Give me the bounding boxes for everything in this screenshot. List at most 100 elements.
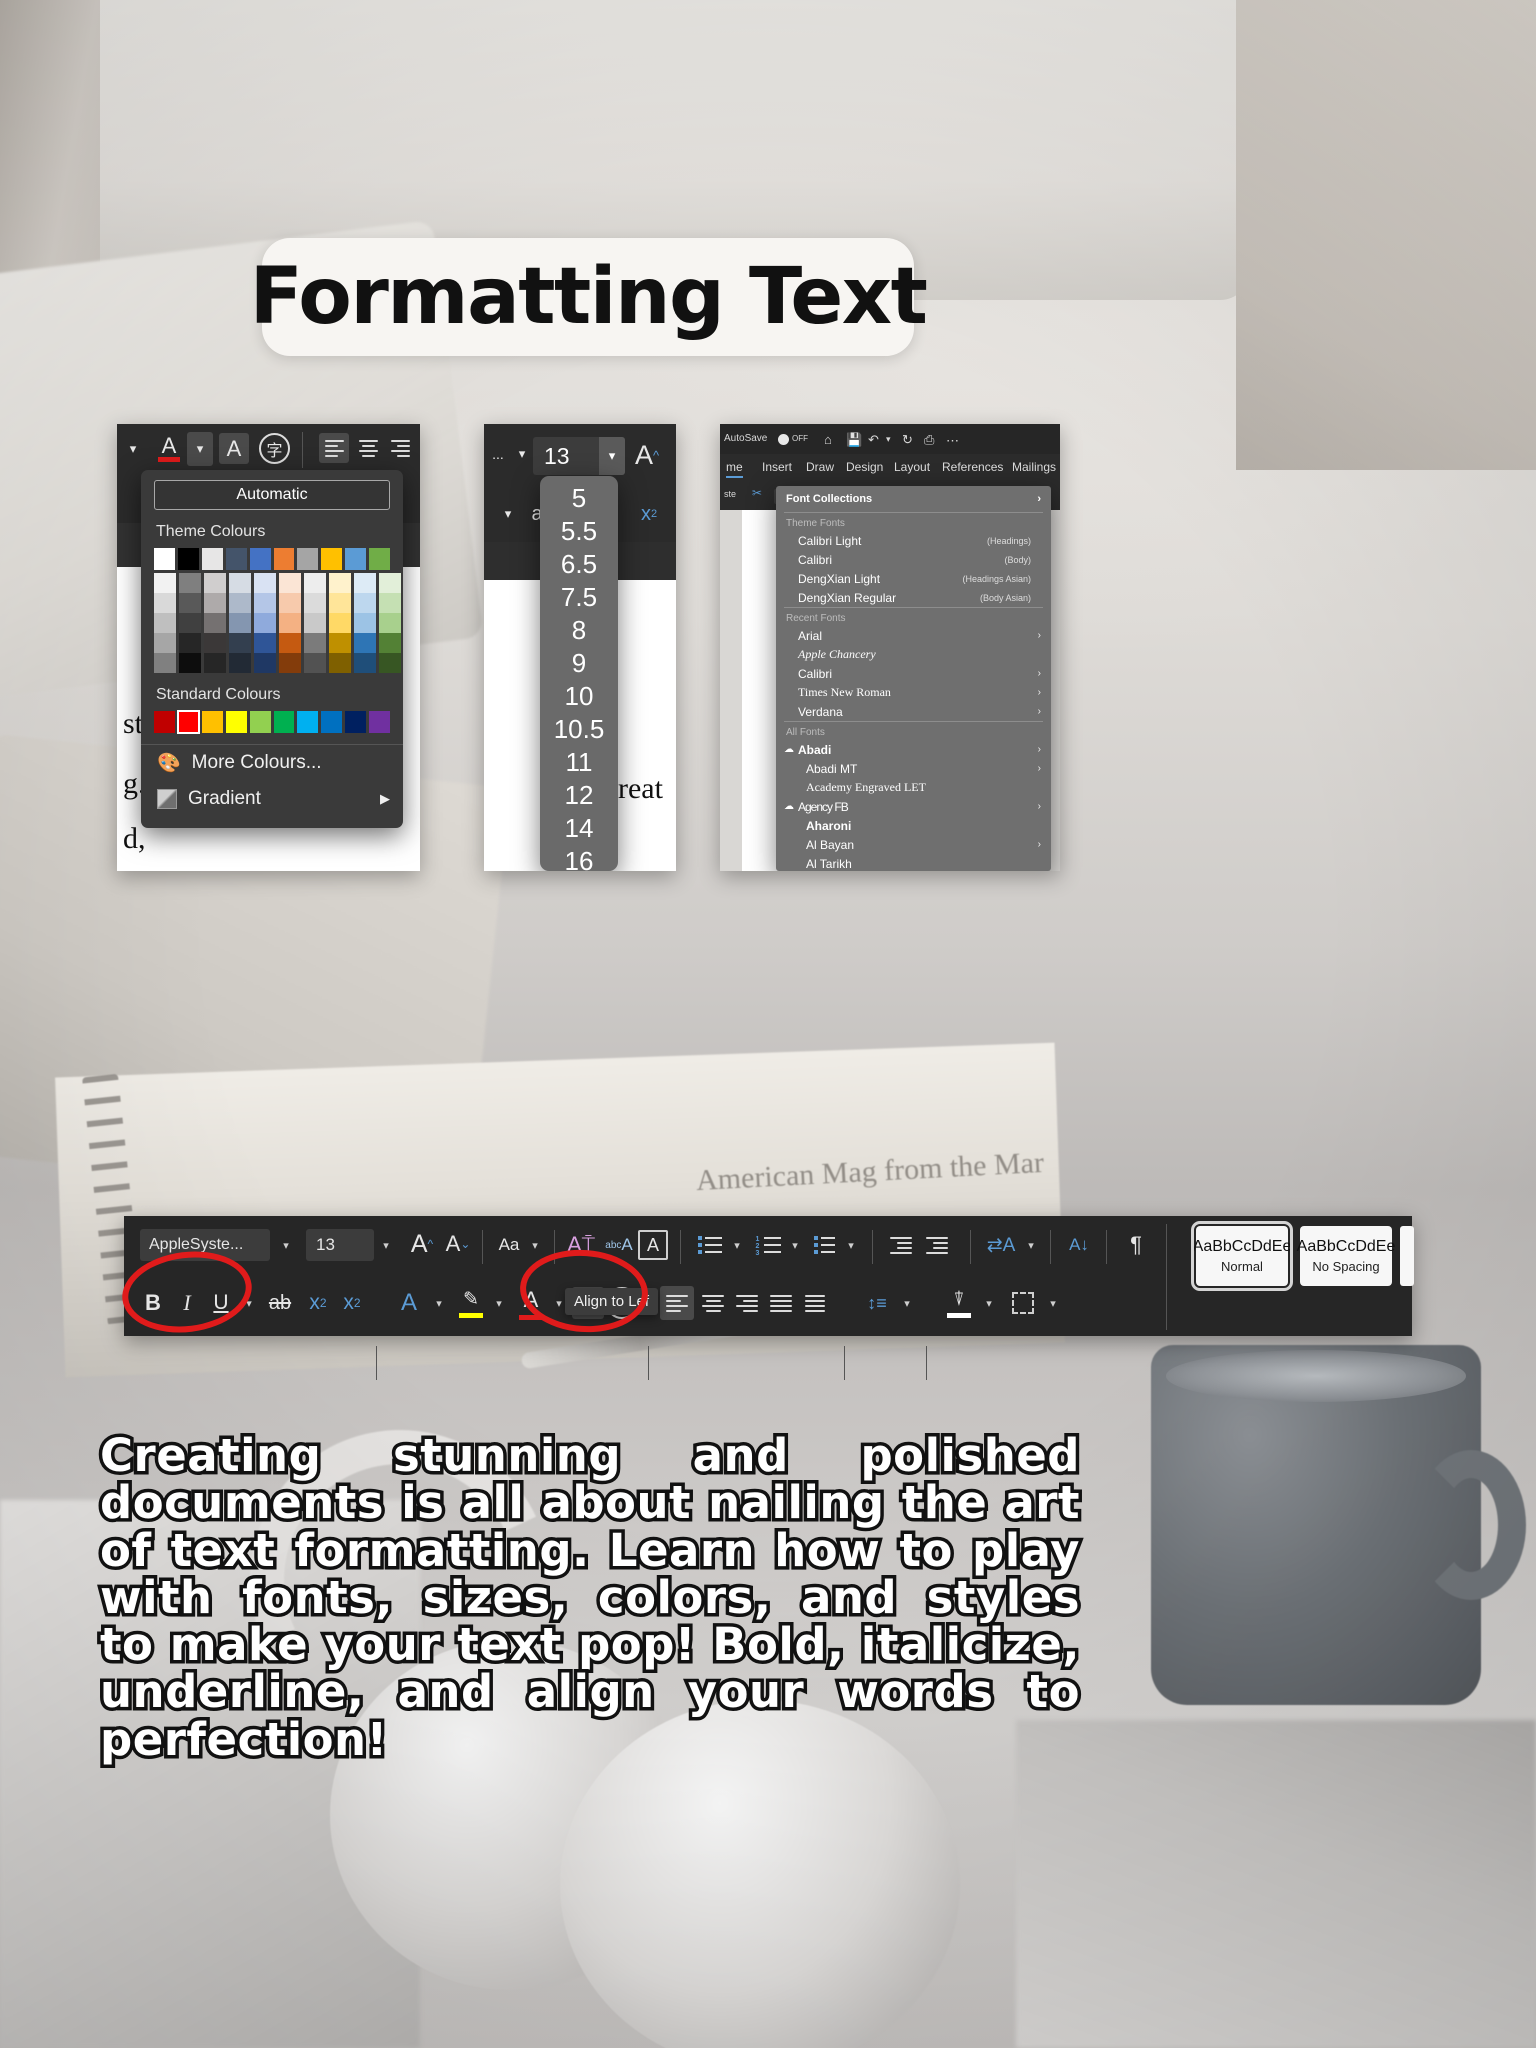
chevron-right-icon[interactable]: › — [1038, 668, 1041, 679]
font-menu-item[interactable]: Arial › — [776, 626, 1051, 645]
font-size-option[interactable]: 12 — [540, 779, 618, 812]
gradient-menu-item[interactable]: Gradient ▶ — [154, 781, 390, 817]
font-menu-item[interactable]: Calibri Light (Headings) — [776, 531, 1051, 550]
theme-colour-swatch[interactable] — [345, 548, 367, 570]
font-menu-item[interactable]: ☁ Abadi › — [776, 740, 1051, 759]
standard-colour-swatch[interactable] — [225, 711, 247, 733]
theme-tint-swatch[interactable] — [379, 633, 401, 653]
decrease-indent-icon[interactable] — [884, 1230, 918, 1260]
font-menu-item[interactable]: Al Tarikh — [776, 854, 1051, 871]
shading-icon[interactable]: ⍒ — [942, 1284, 976, 1322]
theme-tint-swatch[interactable] — [154, 633, 176, 653]
line-spacing-icon[interactable]: ↕≡ — [860, 1286, 894, 1320]
font-size-option[interactable]: 7.5 — [540, 581, 618, 614]
theme-tint-swatch[interactable] — [254, 613, 276, 633]
theme-tint-column[interactable] — [279, 573, 301, 673]
font-size-option[interactable]: 16 — [540, 845, 618, 871]
theme-tint-swatch[interactable] — [154, 653, 176, 673]
align-left-button[interactable] — [660, 1286, 694, 1320]
chevron-down-icon[interactable]: ▾ — [428, 1288, 450, 1318]
theme-colour-swatch[interactable] — [201, 548, 223, 570]
save-icon[interactable]: 💾 — [846, 432, 862, 448]
chevron-down-icon[interactable]: ▾ — [1020, 1231, 1042, 1259]
font-size-option[interactable]: 5.5 — [540, 515, 618, 548]
bullets-icon[interactable] — [694, 1230, 726, 1260]
font-size-option[interactable]: 9 — [540, 647, 618, 680]
standard-colour-swatch[interactable] — [321, 711, 343, 733]
chevron-right-icon[interactable]: › — [1038, 706, 1041, 717]
change-case-icon[interactable]: Aa — [492, 1229, 526, 1261]
redo-icon[interactable]: ↻ — [902, 432, 913, 448]
chevron-right-icon[interactable]: › — [1038, 763, 1041, 774]
theme-tint-swatch[interactable] — [354, 573, 376, 593]
theme-tint-swatch[interactable] — [229, 573, 251, 593]
font-size-option[interactable]: 8 — [540, 614, 618, 647]
font-menu-item[interactable]: Calibri › — [776, 664, 1051, 683]
strikethrough-button[interactable]: ab — [264, 1286, 296, 1320]
align-center-icon[interactable] — [353, 433, 383, 463]
font-menu-item[interactable]: Aharoni — [776, 816, 1051, 835]
theme-tint-swatch[interactable] — [354, 653, 376, 673]
theme-tint-swatch[interactable] — [304, 573, 326, 593]
chevron-down-icon[interactable]: ▾ — [274, 1229, 298, 1261]
chevron-down-icon[interactable]: ▾ — [187, 432, 213, 466]
justify-button[interactable] — [764, 1286, 798, 1320]
theme-tint-swatch[interactable] — [304, 593, 326, 613]
paste-label[interactable]: ste — [724, 489, 736, 499]
theme-tint-swatch[interactable] — [179, 653, 201, 673]
theme-tint-swatch[interactable] — [204, 593, 226, 613]
chevron-down-icon[interactable]: ▾ — [374, 1229, 398, 1261]
theme-tint-column[interactable] — [329, 573, 351, 673]
theme-tint-swatch[interactable] — [379, 573, 401, 593]
theme-tint-swatch[interactable] — [229, 613, 251, 633]
home-icon[interactable]: ⌂ — [824, 432, 832, 447]
asian-phonetic-icon[interactable]: 字 — [259, 433, 290, 464]
font-size-option[interactable]: 6.5 — [540, 548, 618, 581]
theme-tint-swatch[interactable] — [279, 653, 301, 673]
standard-colour-swatch[interactable] — [154, 711, 175, 733]
standard-colour-swatch[interactable] — [297, 711, 319, 733]
theme-tint-swatch[interactable] — [329, 653, 351, 673]
more-icon[interactable]: ... — [488, 444, 508, 464]
standard-colour-swatch[interactable] — [273, 711, 295, 733]
theme-colour-swatches[interactable] — [154, 548, 391, 570]
chevron-down-icon[interactable]: ▾ — [524, 1231, 546, 1259]
chevron-down-icon[interactable]: ▾ — [1042, 1288, 1064, 1318]
theme-tint-swatch[interactable] — [179, 573, 201, 593]
theme-tint-swatch[interactable] — [329, 613, 351, 633]
theme-tint-swatch[interactable] — [379, 613, 401, 633]
font-size-option-list[interactable]: 5 5.5 6.5 7.5 8 9 10 10.5 11 12 14 16 — [540, 476, 618, 871]
chevron-down-icon[interactable]: ▾ — [123, 439, 143, 459]
multilevel-list-icon[interactable] — [808, 1230, 840, 1260]
cut-icon[interactable]: ✂ — [752, 486, 762, 500]
chevron-down-icon[interactable]: ▾ — [978, 1288, 1000, 1318]
theme-tint-column[interactable] — [304, 573, 326, 673]
font-menu-item[interactable]: DengXian Light (Headings Asian) — [776, 569, 1051, 588]
theme-tint-swatch[interactable] — [229, 633, 251, 653]
chevron-down-icon[interactable]: ▾ — [726, 1231, 748, 1259]
chevron-down-icon[interactable]: ▾ — [886, 434, 891, 445]
theme-tint-column[interactable] — [154, 573, 176, 673]
theme-tint-swatch[interactable] — [179, 593, 201, 613]
grow-font-icon[interactable]: A^ — [406, 1226, 438, 1262]
standard-colour-swatch[interactable] — [249, 711, 271, 733]
theme-tint-swatch[interactable] — [204, 653, 226, 673]
theme-tint-swatch[interactable] — [354, 593, 376, 613]
chevron-right-icon[interactable]: › — [1038, 839, 1041, 850]
theme-tint-swatch[interactable] — [254, 593, 276, 613]
align-right-button[interactable] — [730, 1286, 764, 1320]
theme-tint-swatch[interactable] — [254, 573, 276, 593]
font-collections-header[interactable]: Font Collections › — [776, 486, 1051, 512]
theme-tint-swatch[interactable] — [379, 593, 401, 613]
font-colour-menu[interactable]: Automatic Theme Colours Standard Colours… — [141, 470, 403, 828]
theme-colour-swatch[interactable] — [177, 548, 199, 570]
theme-colour-swatch[interactable] — [225, 548, 247, 570]
chevron-down-icon[interactable]: ▾ — [498, 504, 518, 524]
font-menu-item[interactable]: Calibri (Body) — [776, 550, 1051, 569]
theme-tint-swatch[interactable] — [179, 613, 201, 633]
chevron-right-icon[interactable]: › — [1038, 687, 1041, 698]
grow-font-icon[interactable]: A^ — [632, 438, 662, 472]
theme-tint-swatch[interactable] — [304, 633, 326, 653]
theme-tint-column[interactable] — [379, 573, 401, 673]
theme-tint-swatch[interactable] — [254, 633, 276, 653]
